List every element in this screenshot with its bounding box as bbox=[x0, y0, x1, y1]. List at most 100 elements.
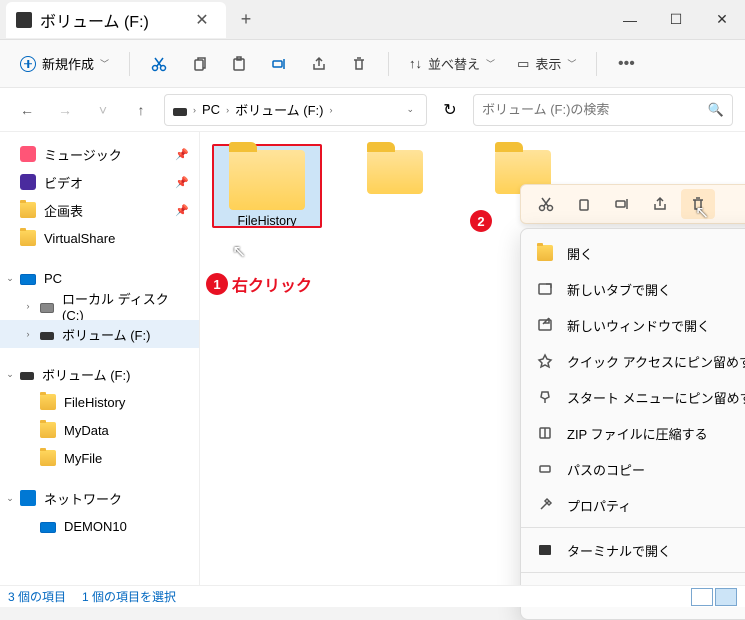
sidebar-item-mydata[interactable]: MyData bbox=[0, 416, 199, 444]
copy-button[interactable] bbox=[182, 47, 216, 81]
ctx-separator bbox=[521, 572, 745, 573]
back-button[interactable]: ← bbox=[12, 95, 42, 125]
share-button[interactable] bbox=[302, 47, 336, 81]
sidebar-item-plan[interactable]: 企画表 📌 bbox=[0, 196, 199, 224]
folder-filehistory[interactable]: FileHistory ↖ bbox=[212, 144, 322, 228]
sidebar-item-drive-f[interactable]: ›ボリューム (F:) bbox=[0, 320, 199, 348]
sidebar-item-label: FileHistory bbox=[64, 395, 125, 410]
new-tab-button[interactable]: + bbox=[234, 8, 258, 32]
status-item-count: 3 個の項目 bbox=[8, 588, 66, 605]
pin-icon: 📌 bbox=[175, 204, 189, 217]
sidebar-item-music[interactable]: ミュージック📌 bbox=[0, 140, 199, 168]
sidebar-item-label: 企画表 bbox=[44, 201, 83, 220]
refresh-button[interactable]: ↻ bbox=[435, 95, 465, 125]
cursor-icon: ↖ bbox=[695, 203, 709, 223]
ctx-label: ターミナルで開く bbox=[567, 541, 671, 560]
mini-copy-button[interactable] bbox=[567, 189, 601, 219]
expand-icon[interactable]: ⌄ bbox=[4, 273, 16, 284]
recent-button[interactable]: ˅ bbox=[88, 95, 118, 125]
expand-icon[interactable]: ⌄ bbox=[4, 493, 16, 504]
sidebar-item-pc[interactable]: ⌄ PC bbox=[0, 264, 199, 292]
close-button[interactable]: ✕ bbox=[699, 0, 745, 40]
expand-icon[interactable]: ⌄ bbox=[4, 369, 16, 380]
folder-icon bbox=[20, 230, 36, 246]
video-icon bbox=[20, 174, 36, 190]
ctx-pin-start[interactable]: スタート メニューにピン留めする bbox=[521, 379, 745, 415]
expand-icon[interactable]: › bbox=[22, 329, 34, 339]
sidebar-item-label: PC bbox=[44, 271, 62, 286]
paste-button[interactable] bbox=[222, 47, 256, 81]
sidebar-item-video[interactable]: ビデオ📌 bbox=[0, 168, 199, 196]
callout-1-label: 右クリック bbox=[232, 272, 312, 296]
status-bar: 3 個の項目 1 個の項目を選択 bbox=[0, 585, 745, 607]
content: FileHistory ↖ 1 右クリック 2 ↖ bbox=[200, 132, 745, 585]
view-icons-button[interactable] bbox=[715, 588, 737, 606]
more-button[interactable]: ••• bbox=[609, 47, 643, 81]
minimize-button[interactable]: — bbox=[607, 0, 653, 40]
pc-icon bbox=[20, 274, 36, 285]
delete-button[interactable] bbox=[342, 47, 376, 81]
view-button[interactable]: ▭ 表示 ﹀ bbox=[509, 50, 584, 77]
chevron-down-icon[interactable]: ⌄ bbox=[406, 104, 414, 115]
sidebar-item-volume-f[interactable]: ⌄ボリューム (F:) bbox=[0, 360, 199, 388]
view-icon: ▭ bbox=[517, 56, 529, 72]
badge-2: 2 bbox=[470, 210, 492, 232]
sidebar-item-demon10[interactable]: DEMON10 bbox=[0, 512, 199, 540]
ctx-copy-path[interactable]: パスのコピーCtrl+Shift+C bbox=[521, 451, 745, 487]
ctx-label: ZIP ファイルに圧縮する bbox=[567, 424, 708, 443]
tab-active[interactable]: ボリューム (F:) ✕ bbox=[6, 2, 226, 38]
ctx-label: パスのコピー bbox=[567, 460, 645, 479]
new-button-label: 新規作成 bbox=[42, 54, 94, 73]
ctx-zip[interactable]: ZIP ファイルに圧縮する bbox=[521, 415, 745, 451]
sidebar-item-filehistory[interactable]: FileHistory bbox=[0, 388, 199, 416]
search-input[interactable] bbox=[482, 102, 702, 117]
folder-item[interactable] bbox=[340, 144, 450, 228]
sidebar: ミュージック📌 ビデオ📌 企画表📌 VirtualShare ⌄PC ›ローカル… bbox=[0, 132, 200, 585]
breadcrumb-item[interactable]: PC bbox=[202, 102, 220, 117]
ctx-label: クイック アクセスにピン留めする bbox=[567, 352, 745, 371]
expand-icon[interactable]: › bbox=[22, 301, 34, 311]
mini-share-button[interactable] bbox=[643, 189, 677, 219]
rename-button[interactable] bbox=[262, 47, 296, 81]
up-button[interactable]: ↑ bbox=[126, 95, 156, 125]
mini-cut-button[interactable] bbox=[529, 189, 563, 219]
titlebar: ボリューム (F:) ✕ + — ☐ ✕ bbox=[0, 0, 745, 40]
sidebar-item-drive-c[interactable]: ›ローカル ディスク (C:) bbox=[0, 292, 199, 320]
cursor-icon: ↖ bbox=[232, 242, 246, 262]
main: ミュージック📌 ビデオ📌 企画表📌 VirtualShare ⌄PC ›ローカル… bbox=[0, 132, 745, 585]
callout-1: 1 右クリック bbox=[206, 272, 312, 296]
breadcrumb[interactable]: › PC › ボリューム (F:) › ⌄ bbox=[164, 94, 427, 126]
ctx-new-tab[interactable]: 新しいタブで開く bbox=[521, 271, 745, 307]
sidebar-item-virtualshare[interactable]: VirtualShare bbox=[0, 224, 199, 252]
breadcrumb-item[interactable]: ボリューム (F:) bbox=[235, 100, 323, 119]
sidebar-item-myfile[interactable]: MyFile bbox=[0, 444, 199, 472]
folder-icon bbox=[40, 422, 56, 438]
forward-button[interactable]: → bbox=[50, 95, 80, 125]
ctx-terminal[interactable]: ターミナルで開く bbox=[521, 532, 745, 568]
ctx-label: 開く bbox=[567, 244, 593, 263]
search-icon[interactable]: 🔍 bbox=[708, 102, 724, 118]
toolbar: 新規作成 ﹀ ↑↓ 並べ替え ﹀ ▭ 表示 ﹀ ••• bbox=[0, 40, 745, 88]
maximize-button[interactable]: ☐ bbox=[653, 0, 699, 40]
tab-close-button[interactable]: ✕ bbox=[190, 8, 214, 32]
view-list-button[interactable] bbox=[691, 588, 713, 606]
volume-icon bbox=[16, 12, 32, 28]
cut-button[interactable] bbox=[142, 47, 176, 81]
ctx-new-window[interactable]: 新しいウィンドウで開く bbox=[521, 307, 745, 343]
sidebar-item-network[interactable]: ⌄ネットワーク bbox=[0, 484, 199, 512]
tab-title: ボリューム (F:) bbox=[40, 8, 149, 32]
sort-button[interactable]: ↑↓ 並べ替え ﹀ bbox=[401, 50, 503, 77]
search-box[interactable]: 🔍 bbox=[473, 94, 733, 126]
ctx-open[interactable]: 開くEnter bbox=[521, 235, 745, 271]
callout-2: 2 bbox=[470, 210, 492, 232]
ctx-label: 新しいウィンドウで開く bbox=[567, 316, 710, 335]
new-button[interactable]: 新規作成 ﹀ bbox=[12, 50, 117, 77]
ctx-properties[interactable]: プロパティAlt+Enter bbox=[521, 487, 745, 523]
chevron-down-icon: ﹀ bbox=[486, 57, 495, 70]
sidebar-item-label: ビデオ bbox=[44, 173, 83, 192]
pin-icon: 📌 bbox=[175, 148, 189, 161]
ctx-pin-quick[interactable]: クイック アクセスにピン留めする bbox=[521, 343, 745, 379]
mini-rename-button[interactable] bbox=[605, 189, 639, 219]
mini-delete-button[interactable]: ↖ bbox=[681, 189, 715, 219]
folder-icon bbox=[20, 202, 36, 218]
